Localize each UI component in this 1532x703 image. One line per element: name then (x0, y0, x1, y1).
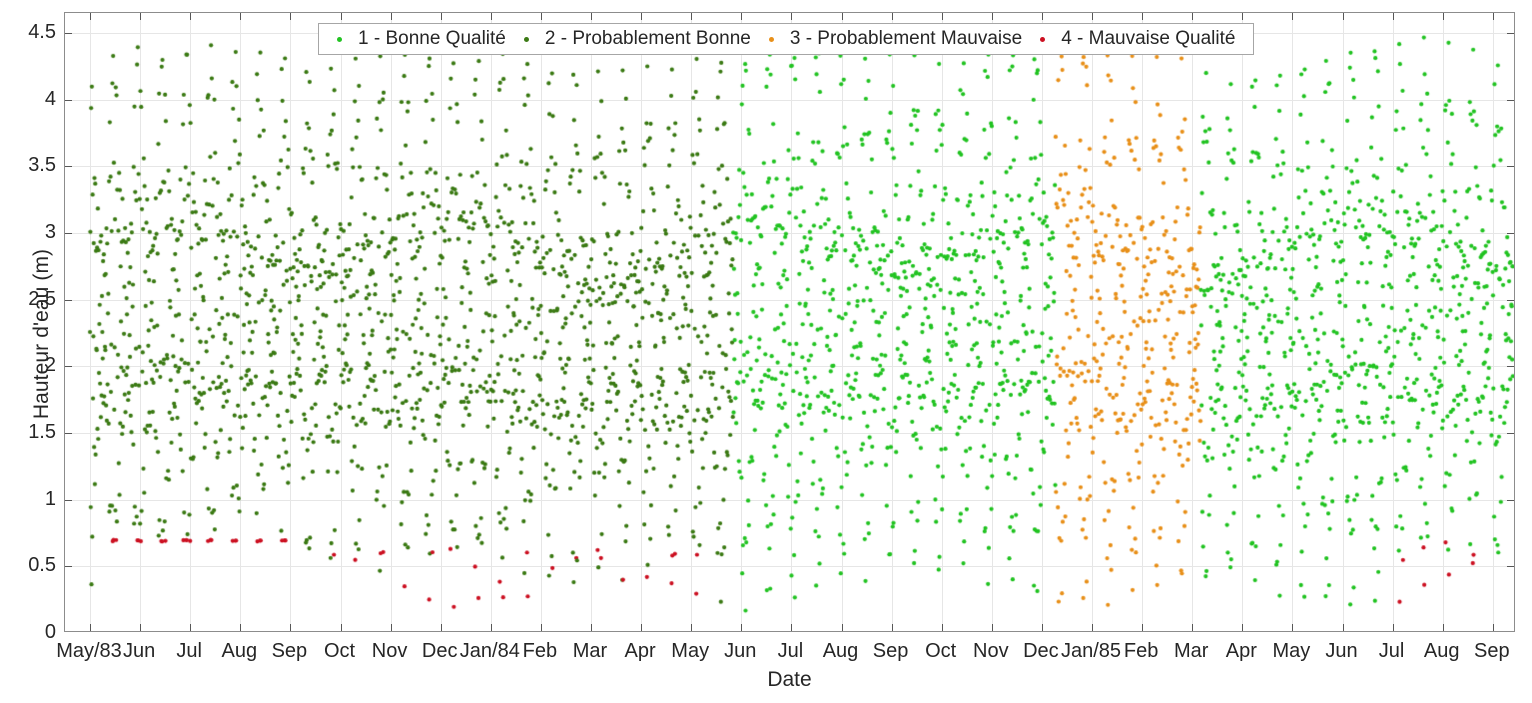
legend-label: 3 - Probablement Mauvaise (789, 28, 1023, 49)
x-tick-label: Jan/85 (1060, 640, 1122, 662)
x-tick-label: Sep (872, 640, 909, 662)
x-tick-label: Apr (1225, 640, 1257, 662)
y-tick-label: 4 (44, 87, 56, 110)
scatter-points (65, 13, 1514, 631)
x-tick-label: May/83 (56, 640, 122, 662)
x-tick-label: Jun (724, 640, 757, 662)
y-tick-label: 0 (44, 621, 56, 643)
plot-area (64, 12, 1515, 632)
x-tick-label: Jun (122, 640, 156, 662)
x-tick-label: Nov (973, 640, 1009, 662)
y-tick-label: 2 (44, 354, 56, 377)
x-tick-label: Sep (1474, 640, 1510, 662)
y-axis-tick-labels: 0 0.5 1 1.5 2 2.5 3 3.5 4 4.5 (0, 0, 56, 703)
x-tick-label: Jan/84 (459, 640, 520, 662)
x-tick-label: Oct (323, 640, 356, 662)
x-tick-label: Sep (271, 640, 308, 662)
legend-entry[interactable]: 3 - Probablement Mauvaise (768, 28, 1023, 50)
x-tick-label: Feb (522, 640, 558, 662)
x-tick-label: Aug (1423, 640, 1460, 662)
y-tick-label: 0.5 (28, 554, 56, 577)
x-axis-label: Date (767, 668, 812, 691)
legend-marker-icon (523, 36, 529, 42)
legend-entry[interactable]: 1 - Bonne Qualité (337, 28, 506, 50)
x-tick-label: Dec (1023, 640, 1059, 662)
legend-entry[interactable]: 4 - Mauvaise Qualité (1040, 28, 1235, 50)
x-tick-label: Dec (421, 640, 458, 662)
x-tick-label: May (1272, 640, 1311, 662)
x-tick-label: Aug (221, 640, 258, 662)
y-tick-label: 1 (44, 487, 56, 510)
x-tick-label: Nov (371, 640, 408, 662)
x-tick-label: Aug (822, 640, 859, 662)
chart-legend[interactable]: 1 - Bonne Qualité 2 - Probablement Bonne 3… (318, 23, 1255, 55)
x-tick-label: Oct (925, 640, 957, 662)
x-tick-label: Feb (1123, 640, 1159, 662)
y-tick-label: 1.5 (28, 421, 56, 443)
y-tick-label: 3.5 (28, 154, 56, 177)
legend-marker-icon (337, 36, 342, 42)
x-tick-label: May (671, 640, 710, 662)
x-tick-label: Jul (176, 640, 202, 662)
x-tick-label: Mar (572, 640, 608, 662)
x-tick-label: Jun (1325, 640, 1358, 662)
x-tick-label: Jul (1378, 640, 1405, 662)
y-tick-label: 2.5 (28, 287, 56, 310)
legend-marker-icon (1040, 36, 1046, 42)
x-tick-label: Jul (777, 640, 804, 662)
x-tick-label: Apr (624, 640, 656, 662)
y-tick-label: 4.5 (28, 21, 56, 43)
legend-marker-icon (768, 36, 774, 42)
y-tick-label: 3 (44, 221, 56, 243)
legend-label: 4 - Mauvaise Qualité (1061, 28, 1236, 49)
scatter-chart-figure: Hauteur d'eau (m) 0 0.5 1 1.5 2 2.5 3 3.5 4 4.5 M… (0, 0, 1532, 703)
legend-entry[interactable]: 2 - Probablement Bonne (523, 28, 751, 50)
legend-label: 1 - Bonne Qualité (358, 28, 506, 49)
legend-label: 2 - Probablement Bonne (544, 28, 751, 49)
x-tick-label: Mar (1173, 640, 1209, 662)
